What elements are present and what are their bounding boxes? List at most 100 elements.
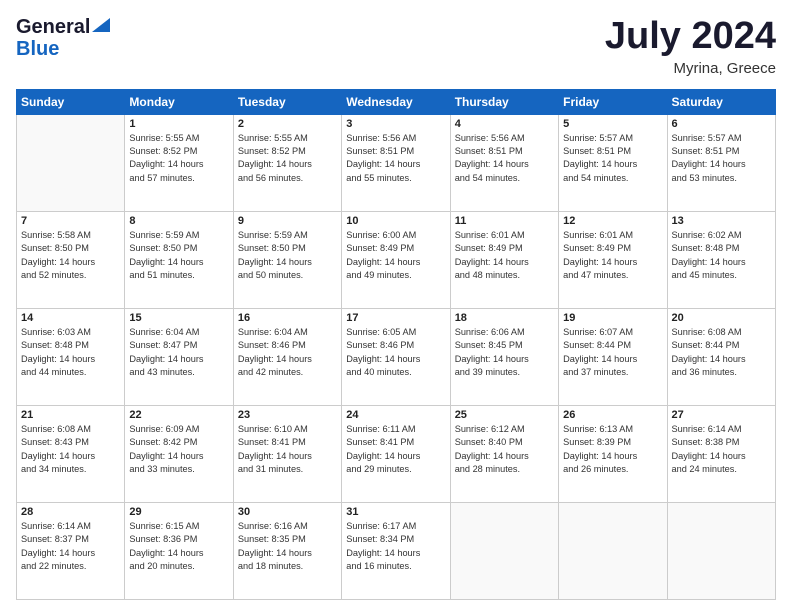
calendar-cell: 22Sunrise: 6:09 AMSunset: 8:42 PMDayligh… <box>125 405 233 502</box>
daylight-line2: and 20 minutes. <box>129 560 228 573</box>
calendar-cell: 1Sunrise: 5:55 AMSunset: 8:52 PMDaylight… <box>125 114 233 211</box>
day-info: Sunrise: 5:56 AMSunset: 8:51 PMDaylight:… <box>455 132 554 185</box>
day-number: 17 <box>346 312 445 324</box>
calendar-cell: 27Sunrise: 6:14 AMSunset: 8:38 PMDayligh… <box>667 405 775 502</box>
sunrise-text: Sunrise: 6:15 AM <box>129 520 228 533</box>
day-info: Sunrise: 6:10 AMSunset: 8:41 PMDaylight:… <box>238 423 337 476</box>
sunrise-text: Sunrise: 6:00 AM <box>346 229 445 242</box>
day-number: 31 <box>346 506 445 518</box>
daylight-line1: Daylight: 14 hours <box>21 547 120 560</box>
daylight-line1: Daylight: 14 hours <box>129 450 228 463</box>
day-info: Sunrise: 5:57 AMSunset: 8:51 PMDaylight:… <box>563 132 662 185</box>
day-info: Sunrise: 5:59 AMSunset: 8:50 PMDaylight:… <box>238 229 337 282</box>
calendar-cell: 18 Sunrise: 6:06 AMSunset: 8:45 PMDayligh… <box>450 308 558 405</box>
daylight-line1: Daylight: 14 hours <box>238 256 337 269</box>
daylight-line2: and 52 minutes. <box>21 269 120 282</box>
day-number: 18 <box>455 312 554 324</box>
daylight-line2: and 55 minutes. <box>346 172 445 185</box>
sunset-text: Sunset: 8:49 PM <box>455 242 554 255</box>
calendar-cell <box>559 502 667 599</box>
sunset-text: Sunset: 8:41 PM <box>238 436 337 449</box>
daylight-line2: and 24 minutes. <box>672 463 771 476</box>
day-number: 7 <box>21 215 120 227</box>
day-info: Sunrise: 6:11 AMSunset: 8:41 PMDaylight:… <box>346 423 445 476</box>
day-info: Sunrise: 5:58 AMSunset: 8:50 PMDaylight:… <box>21 229 120 282</box>
calendar-cell: 30Sunrise: 6:16 AMSunset: 8:35 PMDayligh… <box>233 502 341 599</box>
sunset-text: Sunset: 8:50 PM <box>21 242 120 255</box>
daylight-line2: and 34 minutes. <box>21 463 120 476</box>
title-block: July 2024 Myrina, Greece <box>605 16 776 77</box>
daylight-line1: Daylight: 14 hours <box>21 256 120 269</box>
calendar-cell: 6 Sunrise: 5:57 AMSunset: 8:51 PMDaylight… <box>667 114 775 211</box>
sunrise-text: Sunrise: 5:59 AM <box>129 229 228 242</box>
day-info: Sunrise: 5:55 AMSunset: 8:52 PMDaylight:… <box>238 132 337 185</box>
sunrise-text: Sunrise: 6:16 AM <box>238 520 337 533</box>
day-info: Sunrise: 6:14 AMSunset: 8:37 PMDaylight:… <box>21 520 120 573</box>
day-info: Sunrise: 6:02 AMSunset: 8:48 PMDaylight:… <box>672 229 771 282</box>
daylight-line2: and 51 minutes. <box>129 269 228 282</box>
daylight-line1: Daylight: 14 hours <box>563 158 662 171</box>
sunrise-text: Sunrise: 5:55 AM <box>238 132 337 145</box>
weekday-saturday: Saturday <box>667 89 775 114</box>
day-number: 19 <box>563 312 662 324</box>
day-number: 1 <box>129 118 228 130</box>
daylight-line1: Daylight: 14 hours <box>129 353 228 366</box>
sunset-text: Sunset: 8:42 PM <box>129 436 228 449</box>
daylight-line2: and 56 minutes. <box>238 172 337 185</box>
sunset-text: Sunset: 8:39 PM <box>563 436 662 449</box>
day-info: Sunrise: 6:06 AMSunset: 8:45 PMDaylight:… <box>455 326 554 379</box>
day-number: 6 <box>672 118 771 130</box>
sunrise-text: Sunrise: 6:07 AM <box>563 326 662 339</box>
daylight-line2: and 22 minutes. <box>21 560 120 573</box>
sunrise-text: Sunrise: 6:08 AM <box>21 423 120 436</box>
sunset-text: Sunset: 8:49 PM <box>563 242 662 255</box>
calendar-cell <box>450 502 558 599</box>
day-info: Sunrise: 5:57 AMSunset: 8:51 PMDaylight:… <box>672 132 771 185</box>
daylight-line2: and 16 minutes. <box>346 560 445 573</box>
sunrise-text: Sunrise: 6:03 AM <box>21 326 120 339</box>
daylight-line1: Daylight: 14 hours <box>238 158 337 171</box>
sunrise-text: Sunrise: 6:10 AM <box>238 423 337 436</box>
logo-arrow-icon <box>92 18 110 32</box>
daylight-line1: Daylight: 14 hours <box>455 450 554 463</box>
daylight-line2: and 31 minutes. <box>238 463 337 476</box>
daylight-line2: and 40 minutes. <box>346 366 445 379</box>
calendar-cell: 24Sunrise: 6:11 AMSunset: 8:41 PMDayligh… <box>342 405 450 502</box>
logo-text-block: General Blue <box>16 16 110 60</box>
calendar-cell: 11Sunrise: 6:01 AMSunset: 8:49 PMDayligh… <box>450 211 558 308</box>
calendar-cell: 13Sunrise: 6:02 AMSunset: 8:48 PMDayligh… <box>667 211 775 308</box>
day-info: Sunrise: 6:13 AMSunset: 8:39 PMDaylight:… <box>563 423 662 476</box>
day-info: Sunrise: 6:04 AMSunset: 8:47 PMDaylight:… <box>129 326 228 379</box>
daylight-line1: Daylight: 14 hours <box>455 158 554 171</box>
calendar-cell: 12Sunrise: 6:01 AMSunset: 8:49 PMDayligh… <box>559 211 667 308</box>
day-number: 29 <box>129 506 228 518</box>
weekday-monday: Monday <box>125 89 233 114</box>
daylight-line1: Daylight: 14 hours <box>563 256 662 269</box>
location: Myrina, Greece <box>605 60 776 77</box>
calendar-cell: 10Sunrise: 6:00 AMSunset: 8:49 PMDayligh… <box>342 211 450 308</box>
weekday-tuesday: Tuesday <box>233 89 341 114</box>
calendar-cell: 20Sunrise: 6:08 AMSunset: 8:44 PMDayligh… <box>667 308 775 405</box>
daylight-line1: Daylight: 14 hours <box>346 256 445 269</box>
sunrise-text: Sunrise: 6:13 AM <box>563 423 662 436</box>
daylight-line1: Daylight: 14 hours <box>672 450 771 463</box>
daylight-line2: and 29 minutes. <box>346 463 445 476</box>
day-info: Sunrise: 6:03 AMSunset: 8:48 PMDaylight:… <box>21 326 120 379</box>
calendar-cell: 19Sunrise: 6:07 AMSunset: 8:44 PMDayligh… <box>559 308 667 405</box>
sunrise-text: Sunrise: 6:02 AM <box>672 229 771 242</box>
calendar-cell: 23Sunrise: 6:10 AMSunset: 8:41 PMDayligh… <box>233 405 341 502</box>
daylight-line1: Daylight: 14 hours <box>346 450 445 463</box>
month-title: July 2024 <box>605 16 776 58</box>
header: General Blue July 2024 Myrina, Greece <box>16 16 776 77</box>
calendar-cell: 16Sunrise: 6:04 AMSunset: 8:46 PMDayligh… <box>233 308 341 405</box>
sunset-text: Sunset: 8:44 PM <box>672 339 771 352</box>
calendar-cell: 26Sunrise: 6:13 AMSunset: 8:39 PMDayligh… <box>559 405 667 502</box>
daylight-line2: and 39 minutes. <box>455 366 554 379</box>
daylight-line1: Daylight: 14 hours <box>238 547 337 560</box>
day-number: 14 <box>21 312 120 324</box>
sunrise-text: Sunrise: 6:14 AM <box>672 423 771 436</box>
daylight-line2: and 26 minutes. <box>563 463 662 476</box>
daylight-line2: and 44 minutes. <box>21 366 120 379</box>
sunset-text: Sunset: 8:46 PM <box>346 339 445 352</box>
sunset-text: Sunset: 8:35 PM <box>238 533 337 546</box>
